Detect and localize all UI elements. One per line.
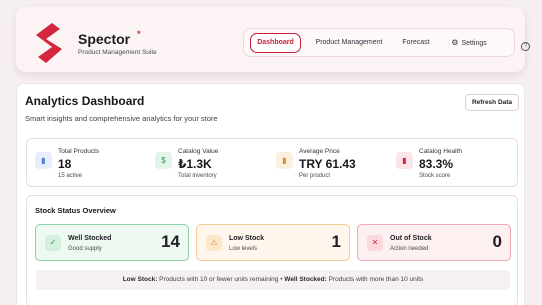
stat-value: ₺1.3K	[178, 157, 212, 171]
stat-label: Catalog Value	[178, 148, 219, 155]
stat-average-price: ▮ Average Price TRY 61.43 Per product	[276, 146, 396, 180]
stat-sub: Per product	[299, 173, 331, 179]
nav-forecast[interactable]: Forecast	[395, 33, 437, 53]
stat-label: Total Products	[58, 148, 100, 155]
stock-title: Stock Status Overview	[35, 206, 116, 215]
stat-sub: Total inventory	[178, 173, 217, 179]
page-subtitle: Smart insights and comprehensive analyti…	[25, 114, 218, 123]
analytics-panel: Analytics Dashboard Smart insights and c…	[16, 83, 525, 305]
warning-icon: ⚠	[206, 235, 222, 251]
stock-card-count: 14	[161, 232, 180, 251]
stat-catalog-health: ▮ Catalog Health 83.3% Stock score	[396, 146, 516, 180]
stat-label: Catalog Health	[419, 148, 462, 155]
stat-label: Average Price	[299, 148, 340, 155]
note-low-label: Low Stock:	[122, 276, 158, 283]
x-icon: ✕	[367, 235, 383, 251]
stock-card-label: Low Stock	[229, 235, 265, 242]
brand-name: Spector	[78, 31, 131, 47]
note-well-label: Well Stocked:	[284, 276, 327, 283]
stock-legend-note: Low Stock: Products with 10 or fewer uni…	[36, 270, 510, 290]
dollar-icon: $	[155, 152, 172, 169]
stock-card-sub: Low levels	[229, 246, 258, 252]
check-icon: ✓	[45, 235, 61, 251]
stock-card-label: Well Stocked	[68, 235, 112, 242]
page-title: Analytics Dashboard	[25, 94, 145, 108]
nav-settings[interactable]: ⚙ Settings	[441, 33, 497, 53]
stock-status-section: Stock Status Overview ✓ Well Stocked Goo…	[26, 195, 518, 305]
stats-row: ▮ Total Products 18 15 active $ Catalog …	[26, 138, 518, 187]
bar-chart-icon: ▮	[35, 152, 52, 169]
spector-logo-icon[interactable]	[32, 19, 68, 67]
stock-card-count: 1	[331, 232, 341, 251]
brand-star: *	[137, 29, 141, 39]
stat-sub: Stock score	[419, 173, 451, 179]
chart-icon: ▮	[276, 152, 293, 169]
brand-subtitle: Product Management Suite	[78, 49, 157, 56]
stat-value: TRY 61.43	[299, 157, 356, 171]
stat-catalog-value: $ Catalog Value ₺1.3K Total inventory	[155, 146, 275, 180]
stock-card-count: 0	[492, 232, 502, 251]
refresh-data-button[interactable]: Refresh Data	[465, 94, 519, 111]
nav-dashboard[interactable]: Dashboard	[250, 33, 301, 53]
help-circle-icon[interactable]: ?	[521, 42, 530, 51]
stock-card-sub: Good supply	[68, 246, 102, 252]
out-of-stock-card[interactable]: ✕ Out of Stock Action needed 0	[357, 224, 511, 261]
health-chart-icon: ▮	[396, 152, 413, 169]
stat-sub: 15 active	[58, 173, 83, 179]
nav-settings-label: Settings	[461, 40, 487, 47]
well-stocked-card[interactable]: ✓ Well Stocked Good supply 14	[35, 224, 189, 261]
nav-product-management[interactable]: Product Management	[306, 33, 392, 53]
stock-card-sub: Action needed	[390, 246, 429, 252]
stat-total-products: ▮ Total Products 18 15 active	[35, 146, 155, 180]
gear-icon: ⚙	[451, 38, 459, 47]
note-well-text: Products with more than 10 units	[326, 276, 424, 283]
app-header: Spector * Product Management Suite Dashb…	[16, 7, 530, 72]
low-stock-card[interactable]: ⚠ Low Stock Low levels 1	[196, 224, 350, 261]
main-nav: Dashboard Product Management Forecast ⚙ S…	[243, 28, 515, 57]
stock-card-label: Out of Stock	[390, 235, 432, 242]
note-low-text: Products with 10 or fewer units remainin…	[157, 276, 285, 283]
stat-value: 18	[58, 157, 72, 171]
stat-value: 83.3%	[419, 157, 454, 171]
